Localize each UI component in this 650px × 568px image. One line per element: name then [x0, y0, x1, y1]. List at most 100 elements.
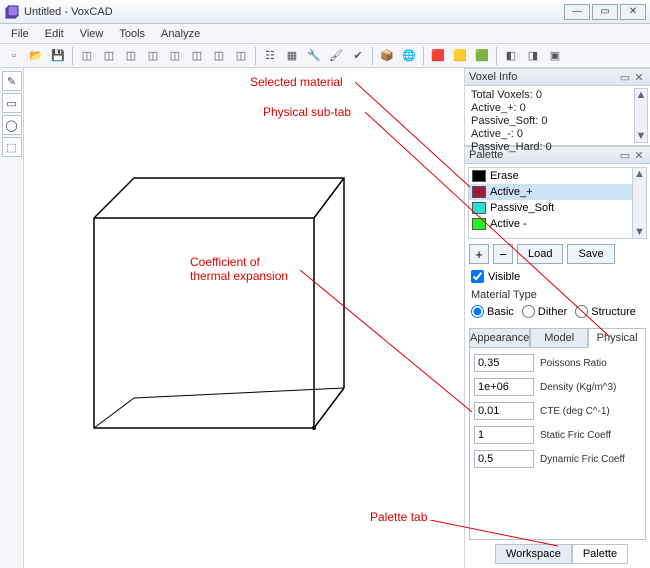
window-controls: — ▭ ✕ — [564, 4, 646, 20]
tab-palette[interactable]: Palette — [572, 544, 628, 564]
voxel-info-title: Voxel Info — [469, 71, 517, 83]
poisson-input[interactable] — [474, 354, 534, 372]
poisson-label: Poissons Ratio — [540, 358, 607, 369]
undock-icon[interactable]: ▭ — [618, 71, 632, 84]
subtab-physical[interactable]: Physical — [588, 328, 646, 348]
toolbar-misc3-icon[interactable]: ▣ — [545, 46, 565, 66]
toolbar-open-icon[interactable]: 📂 — [26, 46, 46, 66]
toolbar-cube3-icon[interactable]: ◫ — [121, 46, 141, 66]
static-fric-label: Static Fric Coeff — [540, 430, 611, 441]
voxel-info-header[interactable]: Voxel Info ▭ ✕ — [465, 68, 650, 86]
material-label: Erase — [490, 170, 519, 182]
subtab-appearance[interactable]: Appearance — [469, 328, 530, 348]
density-input[interactable] — [474, 378, 534, 396]
toolbar-check-icon[interactable]: ✔ — [348, 46, 368, 66]
remove-material-button[interactable]: − — [493, 244, 513, 264]
dyn-fric-label: Dynamic Fric Coeff — [540, 454, 625, 465]
prop-dyn-fric: Dynamic Fric Coeff — [474, 450, 641, 468]
toolbar-cube5-icon[interactable]: ◫ — [165, 46, 185, 66]
toolbar-cube-icon[interactable]: ◫ — [77, 46, 97, 66]
material-swatch — [472, 170, 486, 182]
subtab-model[interactable]: Model — [530, 328, 588, 348]
toolbar-cube7-icon[interactable]: ◫ — [209, 46, 229, 66]
cte-input[interactable] — [474, 402, 534, 420]
select-tool-icon[interactable]: ⬚ — [2, 137, 22, 157]
radio-basic[interactable]: Basic — [471, 305, 514, 318]
toolbar-red-icon[interactable]: 🟥 — [428, 46, 448, 66]
title-bar: Untitled - VoxCAD — ▭ ✕ — [0, 0, 650, 24]
load-palette-button[interactable]: Load — [517, 244, 563, 264]
pencil-tool-icon[interactable]: ✎ — [2, 71, 22, 91]
voxel-info-line: Passive_Soft: 0 — [471, 115, 644, 128]
toolbar-paint-icon[interactable]: 🖌 — [326, 46, 346, 66]
static-fric-input[interactable] — [474, 426, 534, 444]
menu-file[interactable]: File — [4, 26, 36, 42]
add-material-button[interactable]: + — [469, 244, 489, 264]
close-panel-icon[interactable]: ✕ — [632, 71, 646, 84]
toolbar-box-icon[interactable]: 📦 — [377, 46, 397, 66]
ellipse-tool-icon[interactable]: ◯ — [2, 115, 22, 135]
toolbar-cube6-icon[interactable]: ◫ — [187, 46, 207, 66]
toolbar-cube2-icon[interactable]: ◫ — [99, 46, 119, 66]
toolbar-misc2-icon[interactable]: ◨ — [523, 46, 543, 66]
menu-bar: File Edit View Tools Analyze — [0, 24, 650, 44]
voxel-info-line: Passive_Hard: 0 — [471, 141, 644, 154]
toolbar-cube8-icon[interactable]: ◫ — [231, 46, 251, 66]
toolbar-list-icon[interactable]: ☷ — [260, 46, 280, 66]
toolbar-separator — [496, 47, 497, 65]
voxel-info-line: Active_-: 0 — [471, 128, 644, 141]
prop-static-fric: Static Fric Coeff — [474, 426, 641, 444]
toolbar-separator — [372, 47, 373, 65]
menu-analyze[interactable]: Analyze — [154, 26, 207, 42]
toolbar-separator — [72, 47, 73, 65]
material-row-erase[interactable]: Erase — [469, 168, 646, 184]
visible-row: Visible — [471, 270, 644, 283]
prop-poisson: Poissons Ratio — [474, 354, 641, 372]
material-row-active-minus[interactable]: Active - — [469, 216, 646, 232]
dyn-fric-input[interactable] — [474, 450, 534, 468]
material-type-radios: Basic Dither Structure — [471, 305, 644, 318]
save-palette-button[interactable]: Save — [567, 244, 614, 264]
menu-edit[interactable]: Edit — [38, 26, 71, 42]
voxel-info-scrollbar[interactable]: ▲▼ — [634, 88, 648, 143]
visible-checkbox[interactable] — [471, 270, 484, 283]
property-subtabs: Appearance Model Physical — [469, 328, 646, 348]
material-swatch — [472, 218, 486, 230]
material-row-passive-soft[interactable]: Passive_Soft — [469, 200, 646, 216]
minimize-button[interactable]: — — [564, 4, 590, 20]
physical-properties-panel: Poissons Ratio Density (Kg/m^3) CTE (deg… — [469, 348, 646, 540]
material-label: Active_+ — [490, 186, 533, 198]
toolbar-misc1-icon[interactable]: ◧ — [501, 46, 521, 66]
material-swatch — [472, 202, 486, 214]
radio-structure[interactable]: Structure — [575, 305, 636, 318]
toolbar-yellow-icon[interactable]: 🟨 — [450, 46, 470, 66]
toolbar-new-icon[interactable]: ▫ — [4, 46, 24, 66]
close-button[interactable]: ✕ — [620, 4, 646, 20]
toolbar-separator — [255, 47, 256, 65]
tab-workspace[interactable]: Workspace — [495, 544, 572, 564]
material-type-label: Material Type — [471, 289, 644, 301]
maximize-button[interactable]: ▭ — [592, 4, 618, 20]
menu-view[interactable]: View — [73, 26, 111, 42]
bottom-tabs: Workspace Palette — [495, 544, 650, 568]
toolbar-save-icon[interactable]: 💾 — [48, 46, 68, 66]
viewport-canvas[interactable] — [24, 68, 464, 568]
material-list[interactable]: Erase Active_+ Passive_Soft Active - ▲▼ — [468, 167, 647, 239]
cube-wireframe — [84, 168, 364, 448]
toolbar-green-icon[interactable]: 🟩 — [472, 46, 492, 66]
toolbar-grid-icon[interactable]: ▦ — [282, 46, 302, 66]
menu-tools[interactable]: Tools — [112, 26, 152, 42]
radio-dither[interactable]: Dither — [522, 305, 567, 318]
density-label: Density (Kg/m^3) — [540, 382, 616, 393]
material-buttons: + − Load Save — [469, 244, 646, 264]
rectangle-tool-icon[interactable]: ▭ — [2, 93, 22, 113]
material-row-active-plus[interactable]: Active_+ — [469, 184, 646, 200]
material-list-scrollbar[interactable]: ▲▼ — [632, 168, 646, 238]
toolbar-wrench-icon[interactable]: 🔧 — [304, 46, 324, 66]
toolbar-cube4-icon[interactable]: ◫ — [143, 46, 163, 66]
material-swatch — [472, 186, 486, 198]
main-toolbar: ▫ 📂 💾 ◫ ◫ ◫ ◫ ◫ ◫ ◫ ◫ ☷ ▦ 🔧 🖌 ✔ 📦 🌐 🟥 🟨 … — [0, 44, 650, 68]
toolbar-globe-icon[interactable]: 🌐 — [399, 46, 419, 66]
toolbar-separator — [423, 47, 424, 65]
prop-density: Density (Kg/m^3) — [474, 378, 641, 396]
